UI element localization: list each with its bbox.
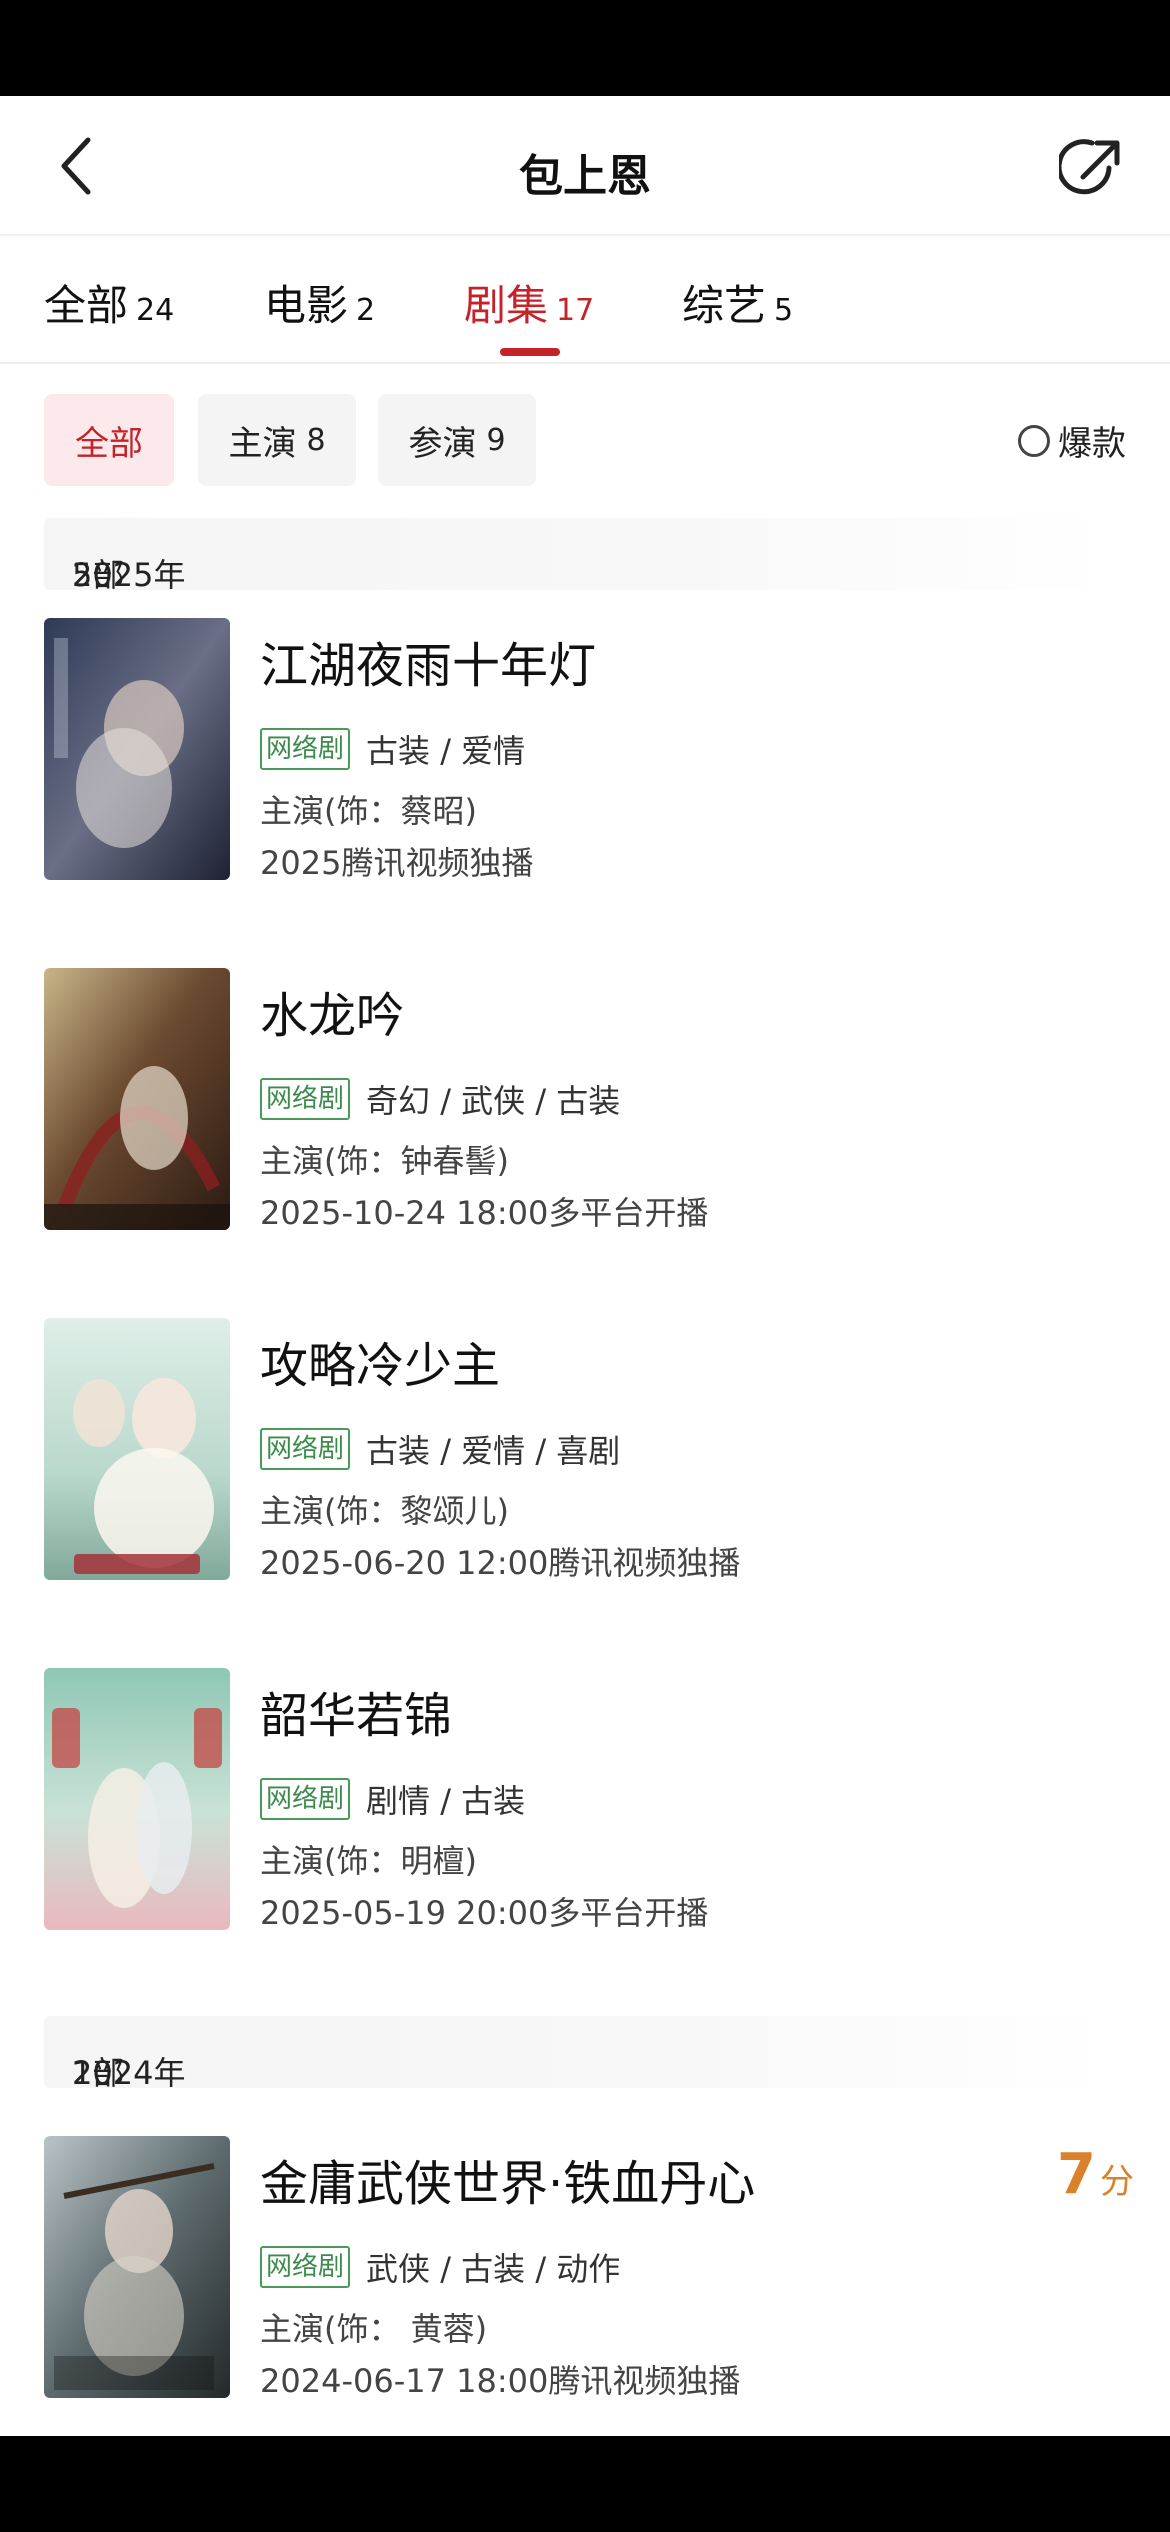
item-meta: 网络剧 古装 / 爱情 / 喜剧 xyxy=(260,1426,620,1472)
list-item[interactable]: 攻略冷少主 网络剧 古装 / 爱情 / 喜剧 主演(饰：黎颂儿) 2025-06… xyxy=(44,1318,1134,1582)
item-meta: 网络剧 剧情 / 古装 xyxy=(260,1776,525,1822)
tab-variety[interactable]: 综艺 5 xyxy=(682,272,793,333)
hot-label: 爆款 xyxy=(1058,424,1126,464)
tab-movies[interactable]: 电影 2 xyxy=(264,272,375,333)
tab-label: 综艺 xyxy=(682,281,767,330)
tab-count: 5 xyxy=(774,293,794,328)
section-count: 1部 xyxy=(72,2054,125,2092)
tab-series[interactable]: 剧集 17 xyxy=(464,272,594,333)
item-title: 韶华若锦 xyxy=(260,1688,453,1744)
chip-count: 9 xyxy=(486,422,506,458)
tab-all[interactable]: 全部 24 xyxy=(44,272,174,333)
share-icon xyxy=(1059,139,1120,195)
type-tag: 网络剧 xyxy=(260,728,351,770)
item-release: 2025腾讯视频独播 xyxy=(260,844,534,882)
radio-unchecked-icon[interactable] xyxy=(1018,424,1050,457)
item-genres: 剧情 / 古装 xyxy=(366,1782,526,1820)
bottom-bar xyxy=(0,2436,1170,2532)
poster-image xyxy=(44,2136,230,2398)
filter-bar: 全部 主演 8 参演 9 爆款 xyxy=(0,394,1170,486)
tab-count: 2 xyxy=(356,293,376,328)
filter-chip-lead[interactable]: 主演 8 xyxy=(198,394,356,486)
item-release: 2024-06-17 18:00腾讯视频独播 xyxy=(260,2362,741,2400)
list-item[interactable]: 水龙吟 网络剧 奇幻 / 武侠 / 古装 主演(饰：钟春髻) 2025-10-2… xyxy=(44,968,1134,1232)
score-value: 7 xyxy=(1057,2142,1096,2207)
hot-filter-toggle[interactable]: 爆款 xyxy=(1018,416,1126,465)
poster-image xyxy=(44,618,230,880)
tab-active-indicator xyxy=(500,348,560,356)
item-genres: 武侠 / 古装 / 动作 xyxy=(366,2250,621,2288)
tab-count: 17 xyxy=(556,293,595,328)
status-bar xyxy=(0,0,1170,96)
type-tag: 网络剧 xyxy=(260,2246,351,2288)
list-item[interactable]: 金庸武侠世界·铁血丹心 7分 网络剧 武侠 / 古装 / 动作 主演(饰： 黄蓉… xyxy=(44,2136,1134,2400)
tab-label: 剧集 xyxy=(464,281,549,330)
item-release: 2025-10-24 18:00多平台开播 xyxy=(260,1194,709,1232)
category-tabs: 全部 24 电影 2 剧集 17 综艺 5 xyxy=(0,236,1170,364)
score-unit: 分 xyxy=(1100,2162,1134,2202)
chip-count: 8 xyxy=(306,422,326,458)
item-meta: 网络剧 武侠 / 古装 / 动作 xyxy=(260,2244,620,2290)
header: 包上恩 xyxy=(0,96,1170,236)
item-genres: 奇幻 / 武侠 / 古装 xyxy=(366,1082,621,1120)
item-title: 金庸武侠世界·铁血丹心 xyxy=(260,2156,756,2212)
filter-chip-support[interactable]: 参演 9 xyxy=(378,394,536,486)
screen: 包上恩 全部 24 电影 2 剧集 17 综艺 5 全部 主演 8 参演 9 爆… xyxy=(0,96,1170,2436)
list-item[interactable]: 江湖夜雨十年灯 网络剧 古装 / 爱情 主演(饰：蔡昭) 2025腾讯视频独播 xyxy=(44,618,1134,882)
poster-image xyxy=(44,968,230,1230)
chip-label: 全部 xyxy=(75,423,143,464)
item-title: 江湖夜雨十年灯 xyxy=(260,638,597,694)
type-tag: 网络剧 xyxy=(260,1078,351,1120)
chip-label: 参演 xyxy=(408,423,477,464)
item-meta: 网络剧 奇幻 / 武侠 / 古装 xyxy=(260,1076,620,1122)
type-tag: 网络剧 xyxy=(260,1428,351,1470)
list-item[interactable]: 韶华若锦 网络剧 剧情 / 古装 主演(饰：明檀) 2025-05-19 20:… xyxy=(44,1668,1134,1932)
page-title: 包上恩 xyxy=(519,151,651,202)
item-role: 主演(饰： 黄蓉) xyxy=(260,2310,488,2348)
item-role: 主演(饰：钟春髻) xyxy=(260,1142,509,1180)
poster-image xyxy=(44,1318,230,1580)
item-meta: 网络剧 古装 / 爱情 xyxy=(260,726,525,772)
tab-label: 全部 xyxy=(44,281,129,330)
tab-count: 24 xyxy=(136,293,175,328)
item-title: 水龙吟 xyxy=(260,988,405,1044)
section-count: 5部 xyxy=(72,556,125,594)
item-score: 7分 xyxy=(1057,2142,1134,2207)
type-tag: 网络剧 xyxy=(260,1778,351,1820)
item-release: 2025-06-20 12:00腾讯视频独播 xyxy=(260,1544,741,1582)
tab-label: 电影 xyxy=(264,281,349,330)
poster-image xyxy=(44,1668,230,1930)
item-title: 攻略冷少主 xyxy=(260,1338,501,1394)
chip-label: 主演 xyxy=(228,423,297,464)
item-role: 主演(饰：蔡昭) xyxy=(260,792,477,830)
item-release: 2025-05-19 20:00多平台开播 xyxy=(260,1894,709,1932)
year-section-header: 2024年 1部 xyxy=(44,2016,1114,2092)
item-role: 主演(饰：黎颂儿) xyxy=(260,1492,509,1530)
item-genres: 古装 / 爱情 / 喜剧 xyxy=(366,1432,621,1470)
filter-chip-all[interactable]: 全部 xyxy=(44,394,174,486)
item-role: 主演(饰：明檀) xyxy=(260,1842,477,1880)
item-genres: 古装 / 爱情 xyxy=(366,732,526,770)
share-button[interactable] xyxy=(1054,130,1130,206)
year-section-header: 2025年 5部 xyxy=(44,518,1114,594)
